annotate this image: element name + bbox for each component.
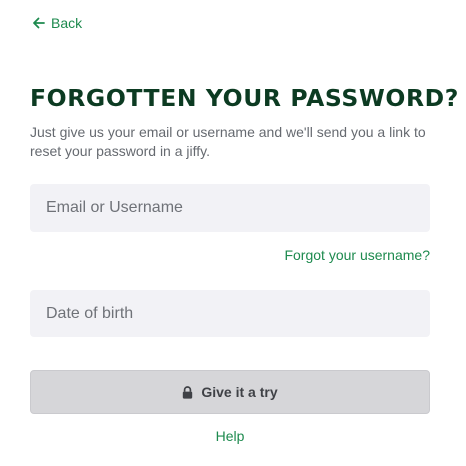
- back-label: Back: [51, 15, 83, 31]
- lock-icon: [182, 385, 193, 399]
- forgot-username-link[interactable]: Forgot your username?: [284, 247, 430, 263]
- page-subtitle: Just give us your email or username and …: [30, 124, 426, 159]
- back-link[interactable]: Back: [32, 15, 82, 31]
- submit-label: Give it a try: [201, 384, 278, 400]
- help-link[interactable]: Help: [0, 428, 460, 444]
- forgot-password-page: Back FORGOTTEN YOUR PASSWORD? Just give …: [0, 0, 466, 466]
- arrow-left-icon: [32, 17, 45, 29]
- email-or-username-input[interactable]: [30, 184, 430, 232]
- page-title: FORGOTTEN YOUR PASSWORD?: [30, 84, 459, 112]
- date-of-birth-input[interactable]: [30, 290, 430, 337]
- give-it-a-try-button[interactable]: Give it a try: [30, 370, 430, 414]
